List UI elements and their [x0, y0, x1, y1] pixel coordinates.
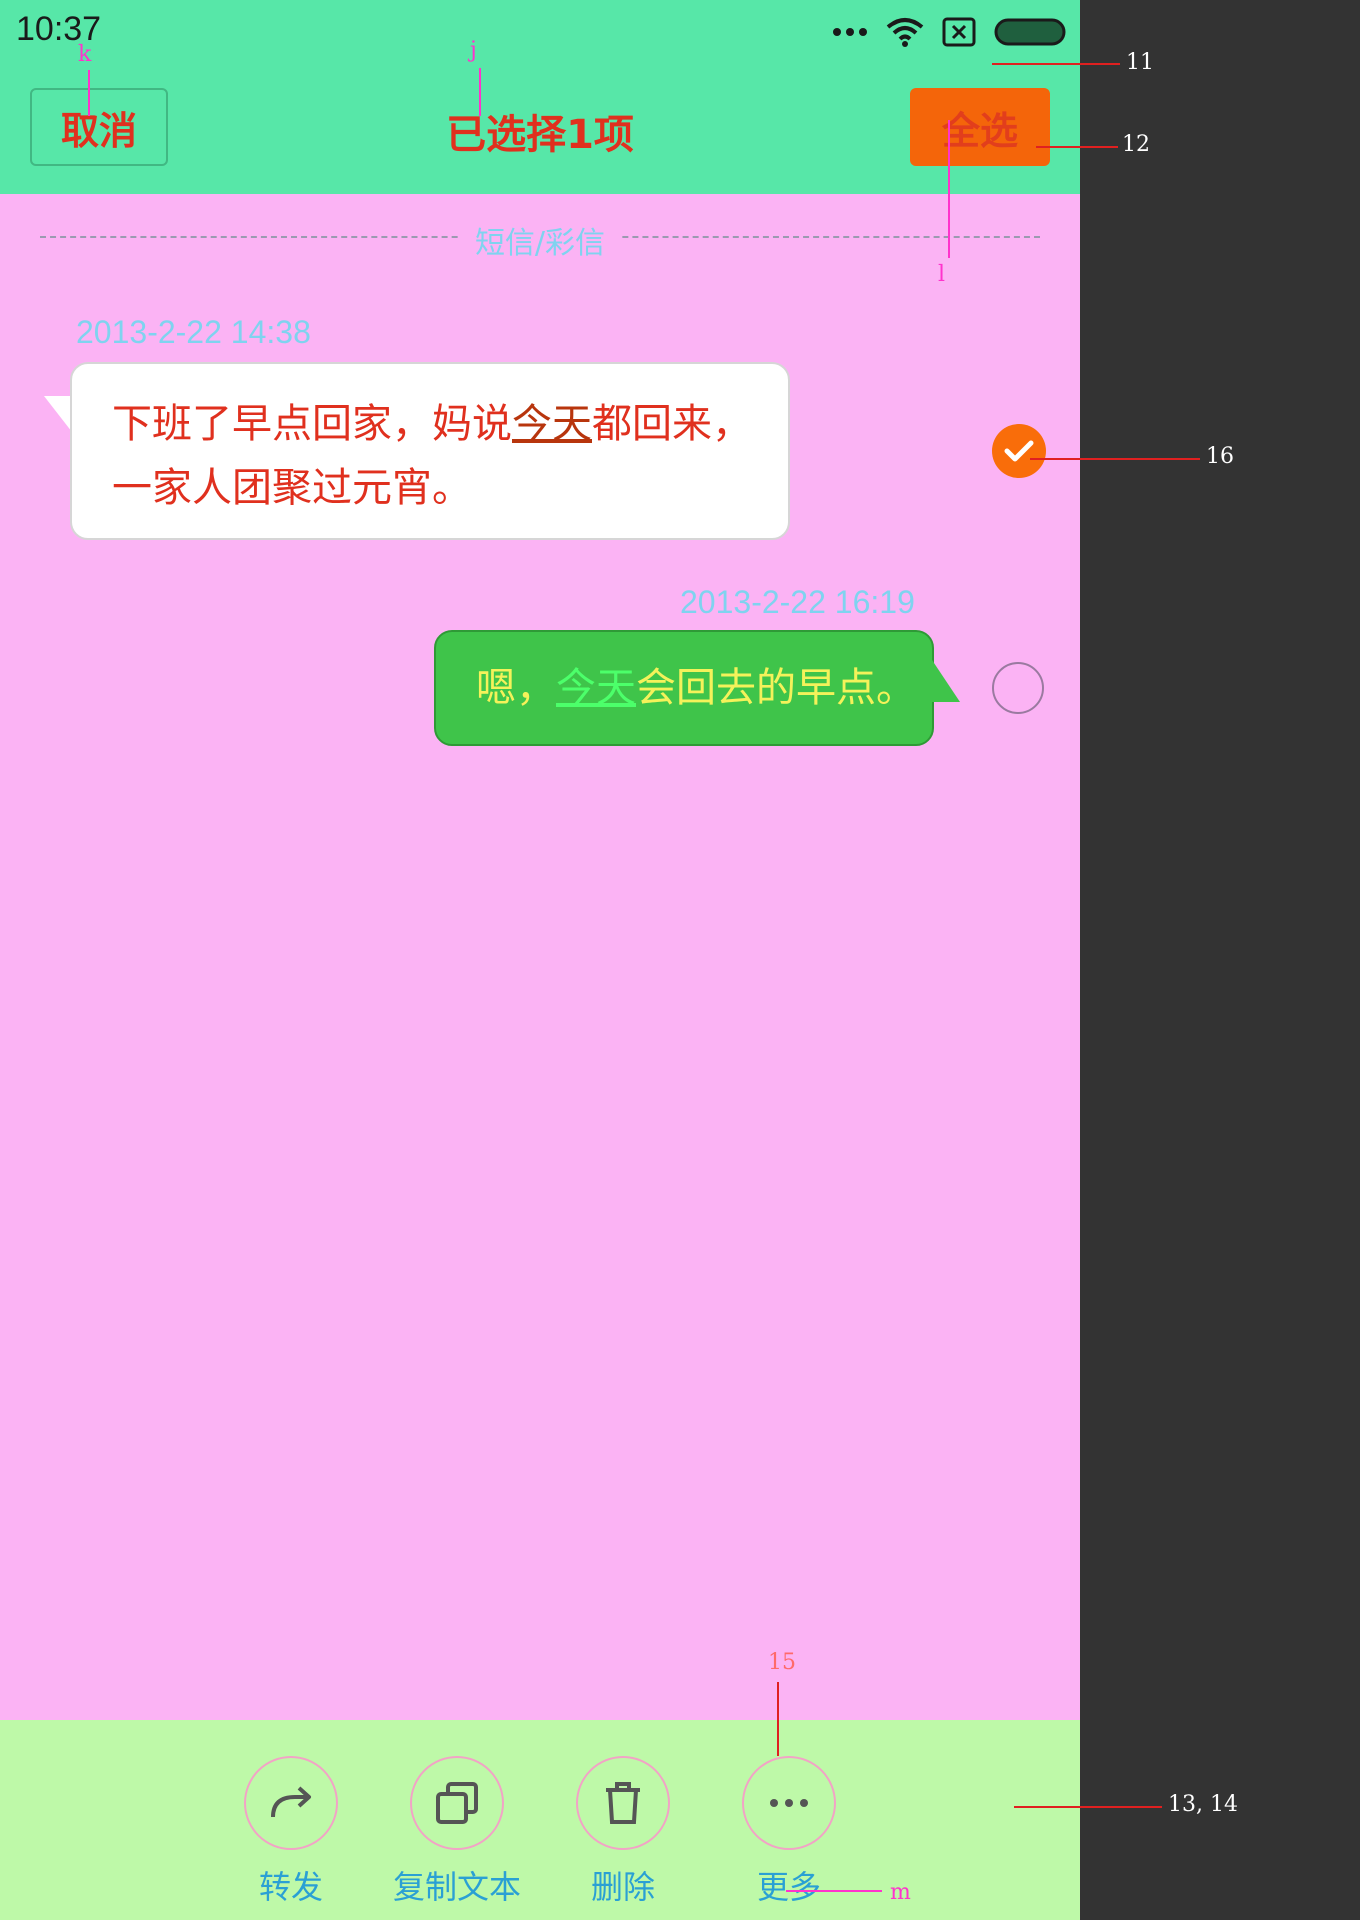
bottom-toolbar: 转发 复制文本 删除 更多: [0, 1720, 1080, 1920]
annotation-leader: [777, 1682, 779, 1756]
message-text-part: 下班了早点回家，妈说: [112, 401, 512, 447]
trash-icon: [606, 1782, 640, 1824]
date-link[interactable]: 今天: [512, 401, 592, 447]
incoming-message-bubble[interactable]: 下班了早点回家，妈说今天都回来，一家人团聚过元宵。: [70, 362, 790, 540]
action-circle[interactable]: [576, 1756, 670, 1850]
annotation-label: 11: [1126, 50, 1154, 75]
annotation-leader: [1036, 146, 1118, 148]
signal-dots-icon: [833, 28, 867, 36]
action-label: 复制文本: [392, 1868, 521, 1906]
message-text-part: 会回去的早点。: [636, 665, 916, 711]
annotation-leader: [479, 68, 481, 116]
message-text-part: 嗯，: [476, 665, 556, 711]
status-icons: [832, 12, 1066, 52]
page-title: 已选择1项: [446, 112, 634, 158]
annotation-label: k: [78, 42, 92, 67]
no-sim-icon: [942, 17, 976, 47]
annotation-label: 16: [1206, 444, 1234, 469]
annotation-label: l: [938, 262, 946, 287]
annotation-label: 12: [1122, 132, 1150, 157]
action-label: 转发: [258, 1868, 323, 1906]
annotation-leader: [786, 1890, 882, 1892]
forward-button[interactable]: 转发: [216, 1756, 366, 1908]
date-link[interactable]: 今天: [556, 665, 636, 711]
annotation-leader: [1014, 1806, 1162, 1808]
action-circle[interactable]: [742, 1756, 836, 1850]
forward-icon: [271, 1786, 311, 1818]
annotation-leader: [948, 120, 950, 258]
message-select-checkbox[interactable]: [992, 662, 1044, 714]
action-circle[interactable]: [244, 1756, 338, 1850]
action-label: 删除: [590, 1868, 655, 1906]
cancel-button[interactable]: 取消: [30, 88, 168, 166]
annotation-leader: [992, 63, 1120, 65]
more-button[interactable]: 更多: [714, 1756, 864, 1908]
message-text: 下班了早点回家，妈说今天都回来，一家人团聚过元宵。: [112, 392, 752, 520]
annotation-leader: [1030, 458, 1200, 460]
outgoing-message-bubble[interactable]: 嗯，今天会回去的早点。: [434, 630, 934, 746]
annotation-label: m: [890, 1880, 911, 1905]
action-circle[interactable]: [410, 1756, 504, 1850]
copy-text-button[interactable]: 复制文本: [382, 1756, 532, 1908]
more-icon: [770, 1799, 808, 1807]
annotation-label: j: [470, 38, 477, 63]
wifi-icon: [886, 18, 924, 47]
message-timestamp: 2013-2-22 14:38: [76, 314, 311, 350]
select-all-button[interactable]: 全选: [910, 88, 1050, 166]
message-timestamp: 2013-2-22 16:19: [680, 584, 915, 620]
annotation-leader: [88, 70, 90, 116]
delete-button[interactable]: 删除: [548, 1756, 698, 1908]
action-label: 更多: [756, 1868, 821, 1906]
header-bar: 10:37 取消 已选择1项 全选: [0, 0, 1080, 194]
message-text: 嗯，今天会回去的早点。: [476, 658, 916, 718]
thread-type-label: 短信/彩信: [460, 218, 620, 262]
copy-icon: [436, 1782, 478, 1824]
battery-icon: [994, 18, 1066, 46]
phone-screen: 10:37 取消 已选择1项 全选 短信/彩信 2013-2-22 14:38 …: [0, 0, 1080, 1920]
bubble-tail-icon: [932, 660, 960, 702]
message-select-checkbox-checked[interactable]: [992, 424, 1046, 478]
annotation-label: 15: [768, 1650, 796, 1675]
annotation-label: 13, 14: [1168, 1792, 1238, 1817]
